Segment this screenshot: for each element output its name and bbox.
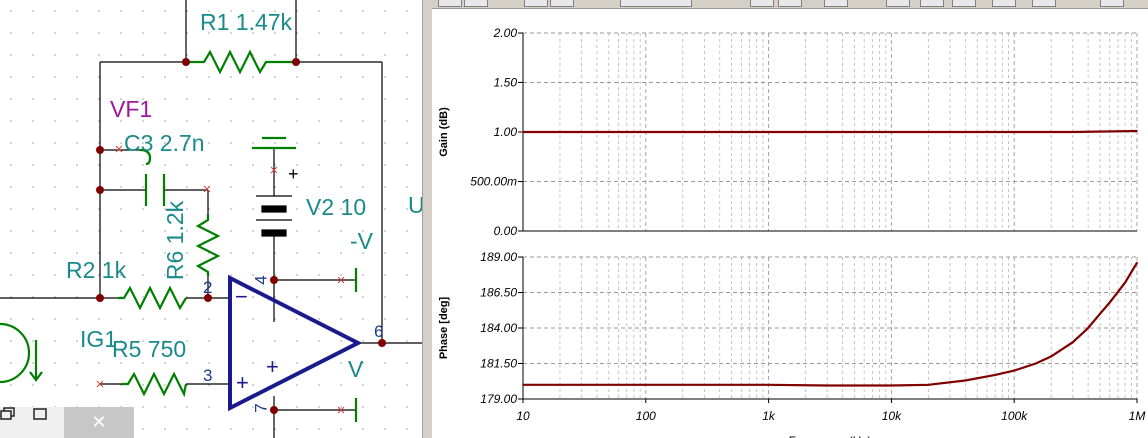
restore-icon xyxy=(0,407,15,420)
data-point xyxy=(1087,327,1089,329)
label-output-v: V xyxy=(348,356,364,382)
maximize-icon xyxy=(33,408,47,420)
data-point xyxy=(826,384,828,387)
close-icon: ✕ xyxy=(91,412,107,433)
label-v2-line1: V2 10 xyxy=(306,194,367,220)
y-tick-label: 1.50 xyxy=(494,76,518,90)
data-point xyxy=(1099,313,1101,315)
schematic-canvas[interactable]: R1 1.47k VF1 C3 2.7n R6 1.2k V2 10 -V U … xyxy=(0,0,422,438)
y-tick-label: 189.00 xyxy=(480,250,517,264)
y-tick-label: 500.00m xyxy=(470,175,517,189)
restore-button[interactable] xyxy=(0,407,30,438)
bode-plot: 2.00 1.50 1.00 500.00m 0.00 Gain (dB) 189.00 18… xyxy=(438,26,1146,438)
ac-analysis-plot-pane: 2.00 1.50 1.00 500.00m 0.00 Gain (dB) 189.00 18… xyxy=(432,0,1148,438)
x-tick-label: 100 xyxy=(636,409,656,423)
window-controls: ✕ xyxy=(0,407,134,438)
pin-4-label: 4 xyxy=(251,275,271,285)
data-point xyxy=(927,384,930,386)
data-point xyxy=(994,374,996,376)
data-point xyxy=(522,384,524,386)
data-point xyxy=(1050,355,1052,358)
data-point xyxy=(1013,131,1015,133)
data-point xyxy=(522,131,524,133)
pin-6-label: 6 xyxy=(374,322,384,341)
data-point xyxy=(767,131,770,133)
y-axis-label: Phase [deg] xyxy=(438,296,450,359)
data-point xyxy=(890,384,893,387)
close-button[interactable]: ✕ xyxy=(64,407,134,438)
data-point xyxy=(767,384,770,386)
battery-plus-sign: + xyxy=(288,164,299,184)
y-axis-label: Gain (dB) xyxy=(438,107,450,157)
pin-7-label: 7 xyxy=(251,403,271,413)
x-tick-label: 10k xyxy=(882,409,902,423)
data-point xyxy=(1136,261,1138,264)
x-axis-label: Frequency (Hz) xyxy=(789,434,872,438)
label-edge-u: U xyxy=(408,192,422,218)
y-tick-label: 181.50 xyxy=(480,357,517,371)
x-tick-label: 1M xyxy=(1129,409,1146,423)
label-c3: C3 2.7n xyxy=(124,130,205,156)
y-tick-label: 1.00 xyxy=(494,125,518,139)
label-v2-line2: -V xyxy=(350,228,373,254)
opamp-minus-sign: − xyxy=(235,284,248,309)
data-point xyxy=(1071,341,1074,344)
x-tick-label: 10 xyxy=(516,409,530,423)
series-line-phase xyxy=(523,262,1138,387)
series-line-gain xyxy=(523,129,1138,134)
label-r6: R6 1.2k xyxy=(162,200,189,281)
data-point xyxy=(1124,281,1126,284)
pin-3-label: 3 xyxy=(203,366,213,385)
label-r1: R1 1.47k xyxy=(200,9,293,35)
data-point xyxy=(964,379,967,382)
data-point xyxy=(890,131,893,133)
data-point xyxy=(1035,362,1037,365)
data-point xyxy=(1071,131,1074,133)
x-tick-label: 100k xyxy=(1001,409,1028,423)
y-tick-label: 2.00 xyxy=(493,26,518,40)
y-tick-label: 186.50 xyxy=(480,286,517,300)
label-r5: R5 750 xyxy=(112,336,187,362)
label-vf1: VF1 xyxy=(110,96,153,122)
label-r2: R2 1k xyxy=(66,257,127,283)
y-tick-label: 184.00 xyxy=(480,321,517,335)
data-point xyxy=(1013,369,1015,372)
opamp-plus-body-sign: + xyxy=(266,354,279,379)
data-point xyxy=(1136,130,1138,132)
maximize-button[interactable] xyxy=(32,407,62,438)
data-point xyxy=(1108,301,1111,304)
opamp-plus-input-sign: + xyxy=(236,370,249,395)
pin-2-label: 2 xyxy=(203,278,213,297)
y-tick-label: 0.00 xyxy=(494,224,518,238)
x-tick-label: 1k xyxy=(762,409,776,423)
data-point xyxy=(645,131,647,133)
data-point xyxy=(645,384,647,386)
y-tick-label: 179.00 xyxy=(480,392,517,406)
